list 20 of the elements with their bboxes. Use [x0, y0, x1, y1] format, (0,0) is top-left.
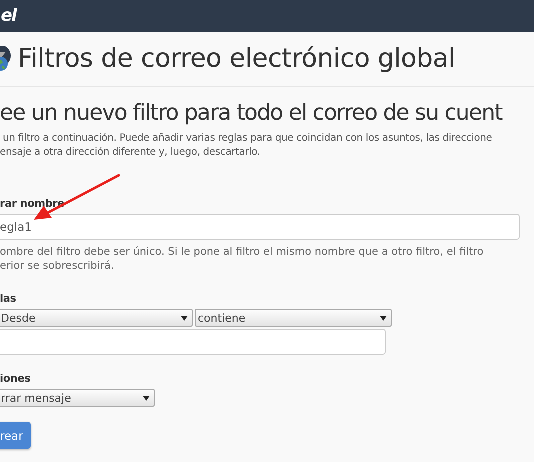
- help-text: erior se sobrescribirá.: [0, 259, 114, 273]
- field-select[interactable]: Desde: [0, 309, 193, 327]
- condition-select[interactable]: contiene: [195, 309, 392, 327]
- page-title: Filtros de correo electrónico global: [18, 44, 456, 74]
- caret-icon: [181, 316, 188, 320]
- field-label: iones: [0, 373, 31, 385]
- help-text: ombre del filtro debe ser único. Si le pone al filtro el mismo nombre que a otro filtro, el filtro: [0, 245, 484, 259]
- rule-value-input[interactable]: [0, 329, 386, 355]
- description-text: ensaje a otra dirección diferente y, luego, descartarlo.: [0, 146, 260, 160]
- action-select[interactable]: rrar mensaje: [0, 389, 155, 407]
- description-text: un filtro a continuación. Puede añadir varias reglas para que coincidan con los asuntos, las direccione: [3, 132, 492, 146]
- logo: el: [1, 6, 18, 26]
- globe-filter-icon: [0, 46, 12, 72]
- field-label: rar nombre: [0, 198, 65, 210]
- filter-name-input[interactable]: egla1: [0, 214, 520, 240]
- caret-icon: [143, 396, 150, 400]
- field-label: las: [0, 293, 16, 305]
- section-heading: ee un nuevo filtro para todo el correo de su cuent: [0, 101, 502, 126]
- create-button[interactable]: rear: [0, 422, 31, 449]
- caret-icon: [380, 316, 387, 320]
